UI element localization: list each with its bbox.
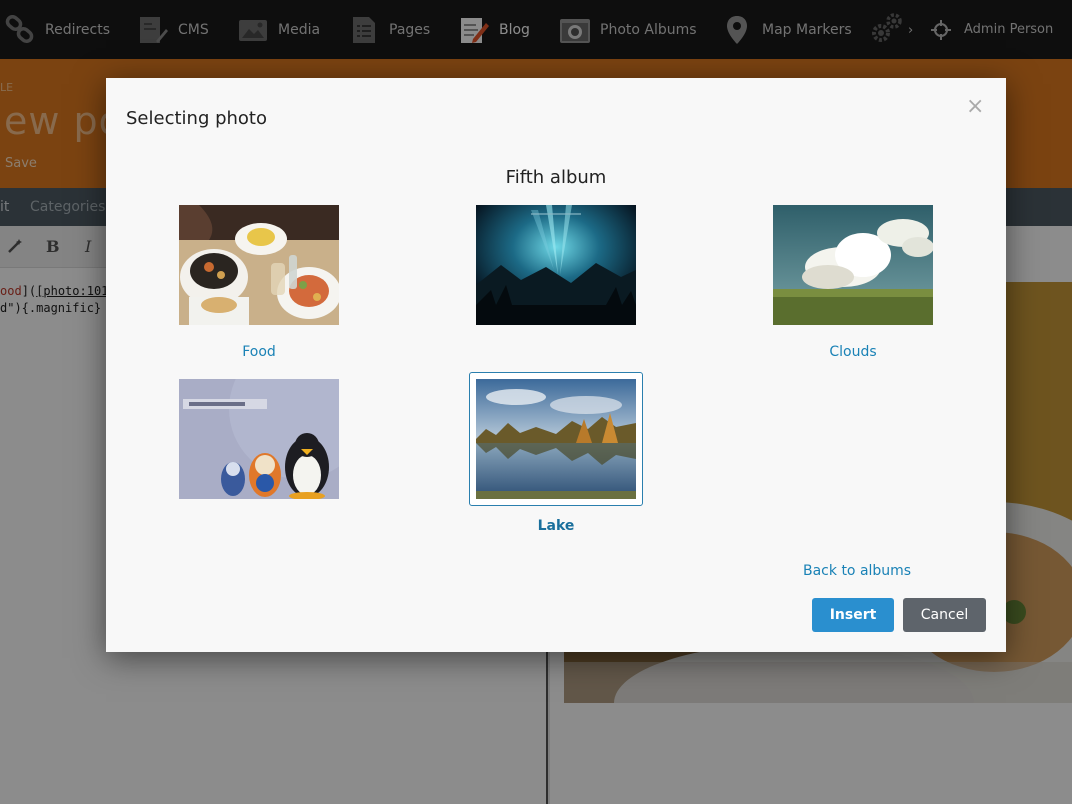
- photo-item-clouds[interactable]: Clouds: [766, 198, 940, 360]
- photo-frame: [469, 372, 643, 506]
- photo-frame: [172, 372, 346, 506]
- close-icon[interactable]: ×: [966, 94, 984, 119]
- photo-item-dolls[interactable]: [172, 372, 346, 518]
- dolls-thumbnail: [179, 379, 339, 499]
- photo-label: Food: [242, 344, 276, 360]
- insert-button[interactable]: Insert: [812, 598, 894, 632]
- album-title: Fifth album: [505, 167, 607, 188]
- photo-item-lake[interactable]: Lake: [469, 372, 643, 534]
- cancel-button[interactable]: Cancel: [903, 598, 986, 632]
- photo-frame: [172, 198, 346, 332]
- aurora-thumbnail: [476, 205, 636, 325]
- photo-item-food[interactable]: Food: [172, 198, 346, 360]
- select-photo-dialog: Selecting photo × Fifth album Food Cloud…: [106, 78, 1006, 652]
- dialog-title: Selecting photo: [126, 108, 268, 129]
- photo-label: Lake: [537, 518, 575, 534]
- photo-frame: [469, 198, 643, 332]
- photo-label: Clouds: [829, 344, 877, 360]
- lake-thumbnail: [476, 379, 636, 499]
- photo-frame: [766, 198, 940, 332]
- back-to-albums-link[interactable]: Back to albums: [803, 563, 911, 579]
- clouds-thumbnail: [773, 205, 933, 325]
- photo-item-aurora[interactable]: [469, 198, 643, 344]
- food-thumbnail: [179, 205, 339, 325]
